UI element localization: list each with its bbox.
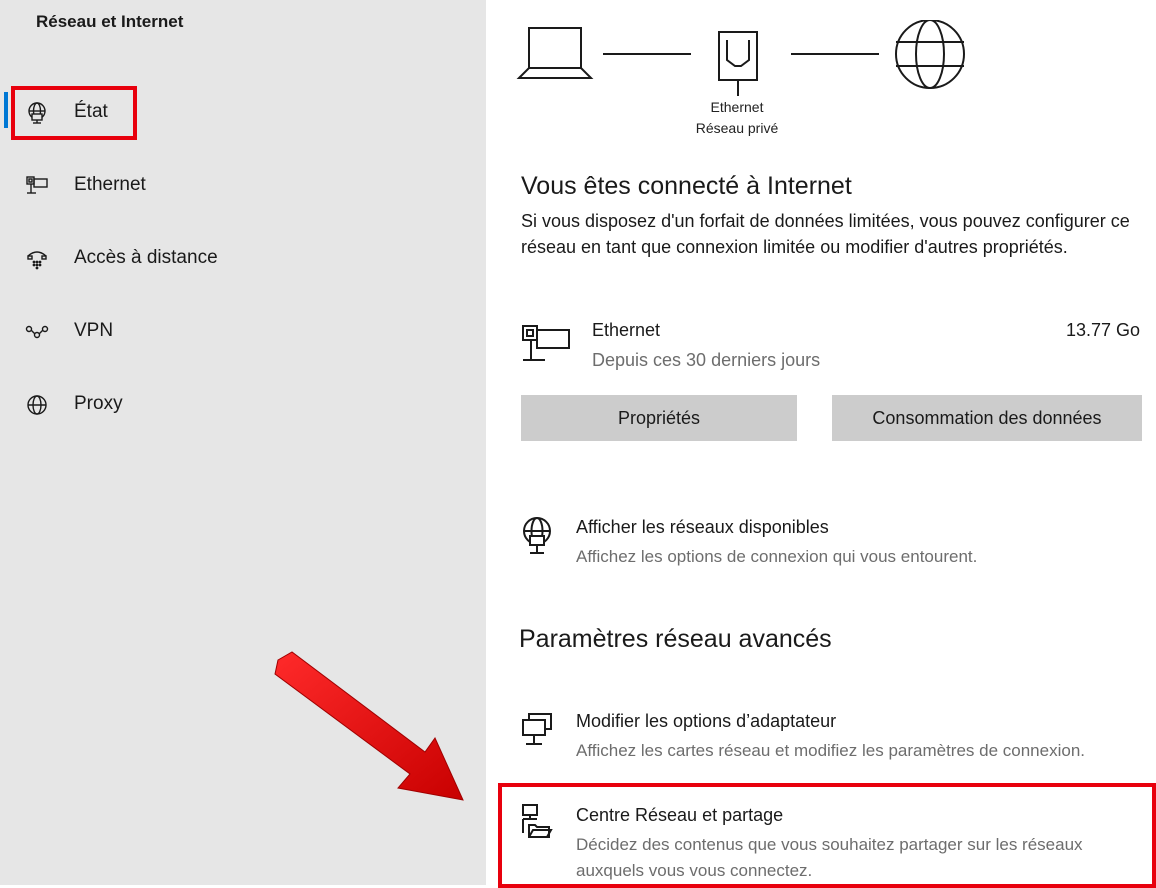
connection-name: Ethernet: [592, 320, 661, 340]
network-globe-icon[interactable]: [521, 515, 555, 559]
globe-icon: [27, 395, 47, 415]
sidebar-item-ethernet[interactable]: Ethernet: [0, 163, 486, 209]
ethernet-icon: [26, 176, 48, 194]
sidebar-item-label: Ethernet: [74, 174, 146, 195]
sidebar-item-label: Accès à distance: [74, 247, 218, 268]
advanced-settings-heading: Paramètres réseau avancés: [519, 625, 832, 653]
vpn-icon: [25, 325, 49, 339]
adapter-name: Ethernet: [710, 99, 764, 115]
ethernet-icon: [522, 325, 570, 361]
sharing-center-highlight-box: [498, 783, 1156, 888]
ethernet-port-icon: [718, 31, 758, 96]
etat-highlight-box: [11, 86, 137, 140]
sidebar-item-acces-distance[interactable]: Accès à distance: [0, 236, 486, 282]
properties-button[interactable]: Propriétés: [521, 395, 797, 441]
connection-period: Depuis ces 30 derniers jours: [592, 350, 821, 370]
show-networks-description: Affichez les options de connexion qui vo…: [576, 547, 978, 566]
connection-status-heading: Vous êtes connecté à Internet: [521, 172, 852, 200]
data-usage-button[interactable]: Consommation des données: [832, 395, 1142, 441]
adapter-monitor-icon[interactable]: [521, 712, 555, 752]
network-topology: [516, 20, 965, 96]
connection-status-description: Si vous disposez d'un forfait de données…: [521, 211, 1130, 257]
network-profile: Réseau privé: [695, 120, 779, 136]
sidebar-item-vpn[interactable]: VPN: [0, 309, 486, 355]
laptop-icon: [516, 27, 594, 79]
data-usage-value: 13.77 Go: [1065, 320, 1140, 340]
sidebar-item-label: VPN: [74, 320, 114, 341]
adapter-options-description: Affichez les cartes réseau et modifiez l…: [576, 741, 1086, 760]
globe-icon: [895, 20, 965, 89]
sidebar-item-label: Proxy: [74, 393, 123, 414]
adapter-options-link[interactable]: Modifier les options d’adaptateur: [576, 711, 836, 732]
sidebar-item-proxy[interactable]: Proxy: [0, 382, 486, 428]
dialup-icon: [27, 251, 47, 270]
show-networks-link[interactable]: Afficher les réseaux disponibles: [576, 517, 829, 538]
sidebar-title: Réseau et Internet: [36, 12, 184, 31]
